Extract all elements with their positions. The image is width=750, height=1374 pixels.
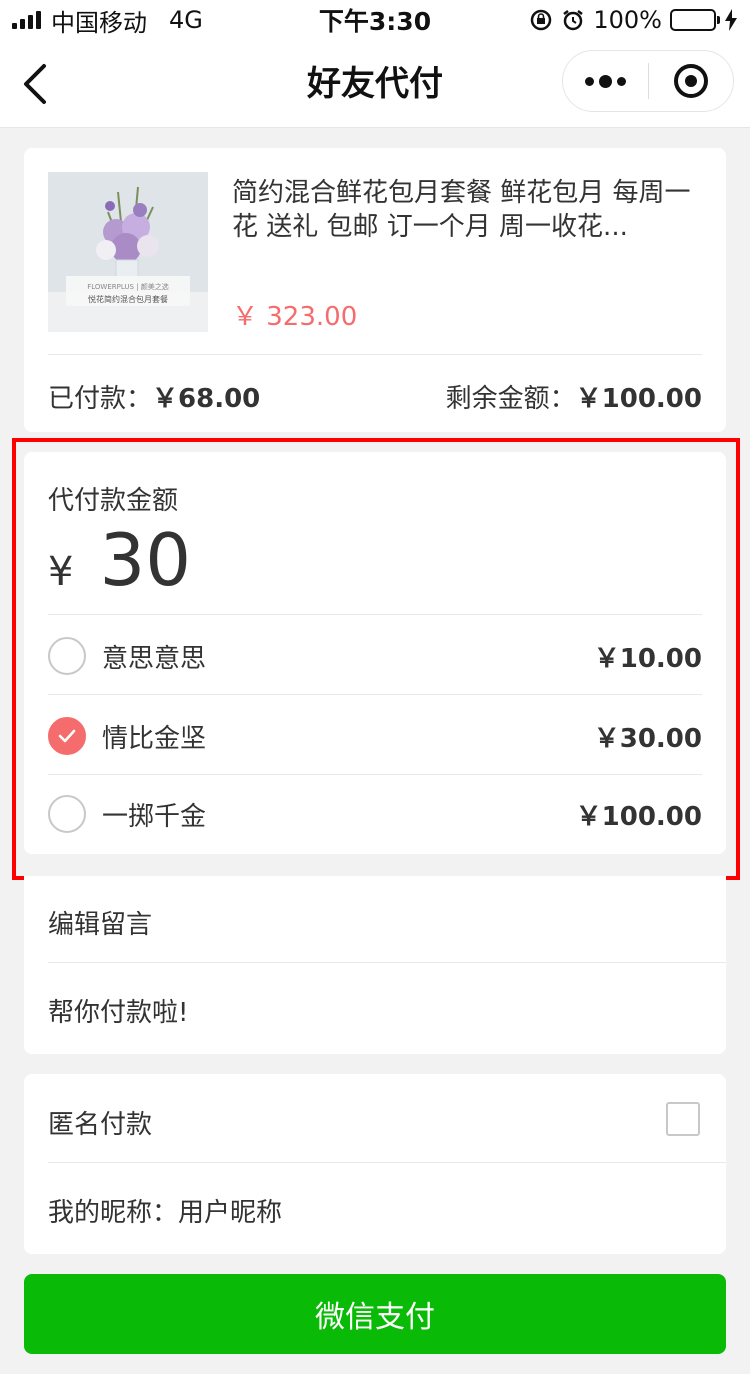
option-price: ￥100.00 [575, 801, 702, 832]
divider [48, 962, 726, 963]
image-caption-product: 悦花简约混合包月套餐 [88, 295, 168, 304]
status-bar: 中国移动 4G 下午3:30 100% [0, 0, 750, 40]
option-price: ￥10.00 [593, 643, 702, 674]
paid-amount: 已付款：￥68.00 [48, 378, 260, 415]
remaining-amount: 剩余金额：￥100.00 [446, 378, 702, 415]
remain-label: 剩余金额： [445, 384, 576, 414]
currency-symbol: ¥ [48, 549, 74, 595]
amount-value: 30 [99, 518, 192, 602]
image-caption-brand: FLOWERPLUS | 颜美之选 [87, 283, 169, 291]
remain-value: ￥100.00 [575, 384, 702, 414]
anonymous-card: 匿名付款 我的昵称：用户昵称 [24, 1074, 726, 1254]
target-icon [673, 64, 708, 98]
paid-label: 已付款： [48, 384, 153, 414]
battery-icon [670, 9, 720, 31]
radio-unchecked-icon[interactable] [48, 795, 86, 833]
amount-option-1[interactable]: 意思意思 ￥10.00 [48, 616, 702, 696]
amount-option-2[interactable]: 情比金坚 ￥30.00 [48, 696, 702, 776]
radio-unchecked-icon[interactable] [48, 637, 86, 675]
option-label: 情比金坚 [102, 723, 207, 754]
navigation-bar: 好友代付 [0, 40, 750, 128]
divider [48, 354, 702, 355]
status-time: 下午3:30 [318, 7, 432, 36]
edit-message-label[interactable]: 编辑留言 [48, 904, 152, 941]
nickname-label: 我的昵称： [48, 1198, 179, 1228]
more-button[interactable] [563, 51, 648, 111]
option-label: 意思意思 [102, 643, 207, 674]
anonymous-label: 匿名付款 [48, 1110, 153, 1140]
signal-icon [12, 11, 41, 29]
orientation-lock-icon [531, 9, 552, 31]
alarm-icon [563, 10, 584, 31]
message-card: 编辑留言 帮你付款啦! [24, 876, 726, 1054]
anonymous-checkbox[interactable] [666, 1102, 700, 1136]
network-label: 4G [169, 6, 203, 34]
amount-label: 代付款金额 [48, 486, 179, 516]
amount-option-3[interactable]: 一掷千金 ￥100.00 [48, 774, 702, 854]
nickname-input[interactable]: 用户昵称 [178, 1198, 282, 1228]
option-label: 一掷千金 [102, 801, 207, 832]
mini-program-capsule [562, 50, 734, 112]
radio-checked-icon[interactable] [48, 717, 86, 755]
paid-value: ￥68.00 [152, 384, 261, 414]
amount-display: ¥ 30 [48, 518, 191, 602]
nickname-row[interactable]: 我的昵称：用户昵称 [48, 1192, 282, 1229]
carrier-label: 中国移动 [51, 8, 147, 37]
message-input[interactable]: 帮你付款啦! [48, 992, 188, 1029]
product-image: FLOWERPLUS | 颜美之选 悦花简约混合包月套餐 [48, 172, 208, 332]
divider [48, 1162, 726, 1163]
option-price: ￥30.00 [593, 723, 702, 754]
wechat-pay-button[interactable]: 微信支付 [24, 1274, 726, 1354]
divider [48, 614, 702, 615]
charging-icon [725, 9, 737, 31]
product-title: 简约混合鲜花包月套餐 鲜花包月 每周一花 送礼 包邮 订一个月 周一收花... [232, 178, 691, 242]
battery-percent: 100% [593, 6, 662, 34]
product-card: FLOWERPLUS | 颜美之选 悦花简约混合包月套餐 简约混合鲜花包月套餐 … [24, 148, 726, 432]
amount-card: 代付款金额 ¥ 30 意思意思 ￥10.00 情比金坚 ￥30.00 一掷千金 … [24, 452, 726, 854]
more-dots-icon [584, 74, 626, 88]
product-price: ￥ 323.00 [232, 302, 358, 332]
divider [48, 694, 702, 695]
close-miniprogram-button[interactable] [649, 51, 734, 111]
